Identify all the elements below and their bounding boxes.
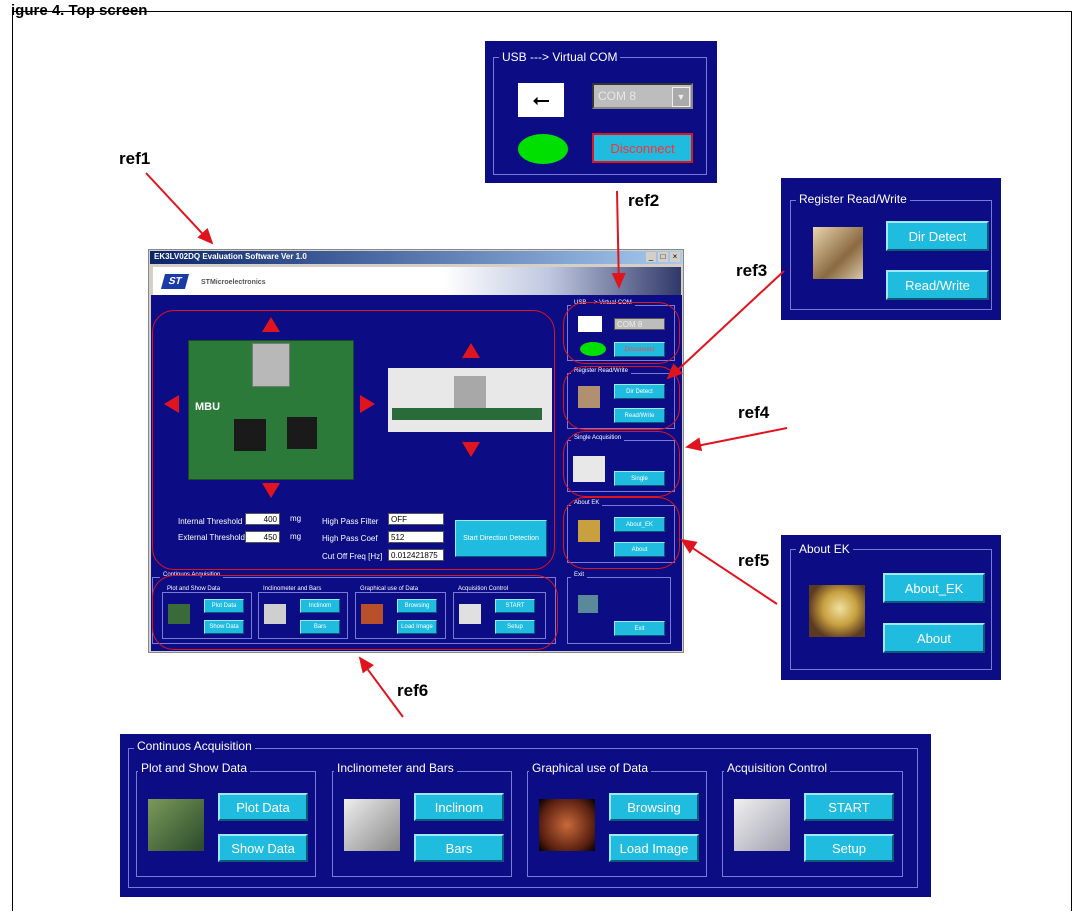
usb-zoom-title: USB ---> Virtual COM [499,50,621,64]
about-button[interactable]: About [883,623,985,653]
continuous-zoom-button[interactable]: Inclinom [414,793,504,821]
continuous-zoom-panel: Continuos Acquisition Plot and Show Data… [120,734,931,897]
minimize-icon[interactable]: _ [646,252,656,262]
continuous-zoom-subgroup-image [539,799,595,851]
usb-zoom-panel: USB ---> Virtual COM ⭠ COM 8 ▼ Disconnec… [485,41,717,183]
register-zoom-title: Register Read/Write [796,192,910,206]
help-book-icon [809,585,865,637]
door-image [578,595,598,613]
usb-highlight-oval [563,302,680,364]
continuous-zoom-button[interactable]: Plot Data [218,793,308,821]
ref2-label: ref2 [628,191,660,210]
connection-led [518,134,568,164]
continuous-zoom-subgroup-title: Inclinometer and Bars [334,761,457,775]
about-zoom-panel: About EK About_EK About [781,535,1001,680]
continuous-zoom-title: Continuos Acquisition [134,739,255,753]
st-logo: ST [160,274,190,289]
ref4-label: ref4 [738,403,770,422]
continuous-zoom-subgroup-title: Acquisition Control [724,761,831,775]
ref6-label: ref6 [397,681,429,700]
register-zoom-panel: Register Read/Write Dir Detect Read/Writ… [781,178,1001,320]
continuous-zoom-subgroup-title: Graphical use of Data [529,761,652,775]
about-highlight-oval [563,497,680,569]
about-ek-button[interactable]: About_EK [883,573,985,603]
title-bar: EK3LV02DQ Evaluation Software Ver 1.0 _ … [150,251,682,264]
com-port-select[interactable]: COM 8 ▼ [592,83,693,109]
usb-icon: ⭠ [518,83,564,117]
continuous-zoom-subgroup-image [734,799,790,851]
continuous-zoom-button[interactable]: START [804,793,894,821]
ref1-label: ref1 [119,149,151,168]
chevron-down-icon[interactable]: ▼ [672,87,690,107]
continuous-zoom-button[interactable]: Setup [804,834,894,862]
annotation-arrowhead-icon [611,272,627,290]
exit-title: Exit [571,572,588,578]
exit-button[interactable]: Exit [614,621,665,636]
continuous-zoom-subgroup-image [148,799,204,851]
continuous-zoom-subgroup-image [344,799,400,851]
continuous-zoom-button[interactable]: Load Image [609,834,699,862]
continuous-zoom-button[interactable]: Bars [414,834,504,862]
window-title: EK3LV02DQ Evaluation Software Ver 1.0 [154,252,307,261]
hand-writing-image [813,227,863,279]
disconnect-button[interactable]: Disconnect [592,133,693,163]
continuous-zoom-subgroup-title: Plot and Show Data [138,761,251,775]
dir-detect-button[interactable]: Dir Detect [886,221,989,251]
continuous-zoom-button[interactable]: Browsing [609,793,699,821]
figure-title: igure 4. Top screen [11,2,148,19]
read-write-button[interactable]: Read/Write [886,270,989,300]
about-zoom-title: About EK [796,542,853,556]
board-highlight-oval [152,310,555,570]
maximize-icon[interactable]: □ [658,252,668,262]
brand-label: STMicroelectronics [201,279,266,286]
com-port-value: COM 8 [598,89,637,103]
close-icon[interactable]: × [670,252,680,262]
header-band: ST STMicroelectronics [153,267,681,295]
continuous-highlight-oval [152,575,558,650]
ref5-label: ref5 [738,551,770,570]
single-highlight-oval [563,431,680,497]
continuous-zoom-button[interactable]: Show Data [218,834,308,862]
ref3-label: ref3 [736,261,768,280]
